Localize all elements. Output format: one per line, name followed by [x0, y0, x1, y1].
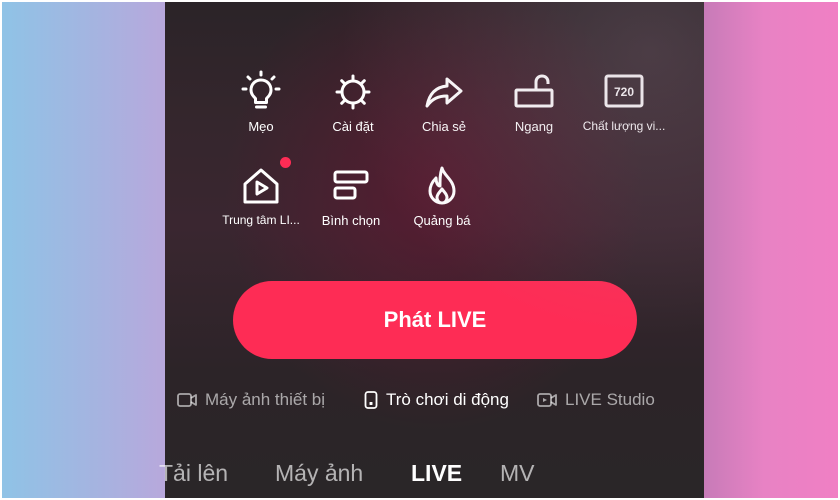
flame-icon [428, 166, 456, 205]
landscape-rotate-icon [514, 74, 554, 108]
live-setup-screen: Mẹo Cài đặt Chia sẻ Ngang 720 Chất lượng… [159, 2, 704, 498]
menu-item-settings[interactable]: Cài đặt [303, 70, 403, 134]
mode-label: Máy ảnh thiết bị [205, 390, 326, 409]
mode-label: LIVE Studio [565, 390, 655, 409]
menu-item-tips[interactable]: Mẹo [211, 70, 311, 134]
lightbulb-icon [241, 70, 281, 109]
menu-item-live-center[interactable]: Trung tâm LI... [211, 164, 311, 227]
right-backdrop [704, 2, 838, 498]
tab-mv[interactable]: MV [500, 460, 535, 487]
mode-mobile-gaming[interactable]: Trò chơi di động [364, 388, 509, 412]
notification-dot [280, 157, 291, 168]
go-live-button[interactable]: Phát LIVE [233, 281, 637, 359]
phone-icon [364, 391, 378, 409]
menu-item-label: Quảng bá [413, 213, 471, 228]
menu-item-share[interactable]: Chia sẻ [394, 70, 494, 134]
menu-item-label: Chất lượng vi... [582, 119, 666, 133]
menu-item-label: Chia sẻ [421, 119, 467, 134]
menu-item-label: Cài đặt [332, 119, 374, 134]
menu-item-label: Mẹo [248, 119, 274, 134]
menu-item-video-quality[interactable]: 720 Chất lượng vi... [574, 70, 674, 133]
menu-item-label: Trung tâm LI... [222, 213, 300, 227]
share-arrow-icon [425, 77, 463, 108]
left-backdrop [2, 2, 165, 498]
mode-device-camera[interactable]: Máy ảnh thiết bị [177, 388, 325, 412]
quality-720-icon: 720 [604, 74, 644, 108]
studio-icon [537, 393, 557, 407]
live-center-home-icon [243, 168, 279, 204]
tab-camera[interactable]: Máy ảnh [275, 460, 363, 487]
menu-item-poll[interactable]: Bình chọn [301, 164, 401, 228]
menu-item-label: Bình chọn [321, 213, 381, 228]
menu-item-promote[interactable]: Quảng bá [392, 164, 492, 228]
gear-icon [335, 74, 371, 110]
mode-live-studio[interactable]: LIVE Studio [537, 388, 655, 412]
poll-icon [333, 170, 369, 200]
menu-item-label: Ngang [514, 119, 554, 134]
screenshot-frame: Mẹo Cài đặt Chia sẻ Ngang 720 Chất lượng… [2, 2, 838, 498]
tab-upload[interactable]: Tải lên [159, 460, 228, 487]
mode-label: Trò chơi di động [386, 390, 509, 409]
quality-badge-text: 720 [614, 85, 634, 99]
menu-item-landscape[interactable]: Ngang [484, 70, 584, 134]
camera-icon [177, 393, 197, 407]
tab-live[interactable]: LIVE [411, 460, 462, 487]
